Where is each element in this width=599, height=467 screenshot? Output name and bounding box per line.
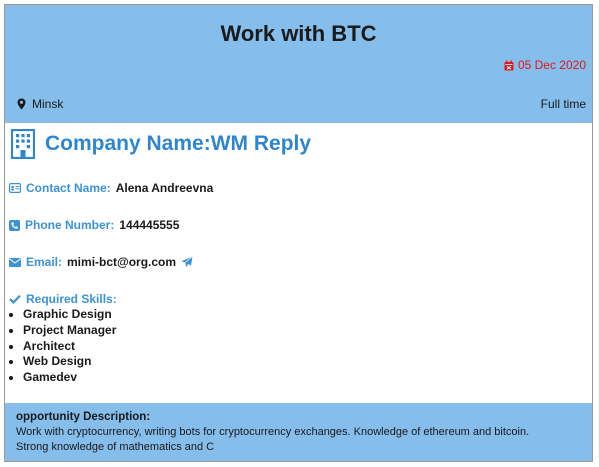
id-card-icon bbox=[9, 183, 21, 193]
description-section: opportunity Description: Work with crypt… bbox=[5, 403, 592, 461]
phone-label: Phone Number: bbox=[25, 218, 115, 232]
check-icon bbox=[9, 294, 21, 304]
phone-row: Phone Number: 144445555 bbox=[9, 218, 179, 232]
job-type: Full time bbox=[540, 97, 586, 111]
location-text: Minsk bbox=[32, 97, 64, 111]
list-item: Architect bbox=[23, 339, 116, 355]
job-header: Work with BTC 05 Dec 2020 Minsk Full tim… bbox=[5, 5, 592, 123]
company-name: Company Name:WM Reply bbox=[45, 132, 312, 155]
contact-name-label: Contact Name: bbox=[26, 181, 111, 195]
company-heading: Company Name:WM Reply bbox=[11, 129, 311, 159]
description-text: Work with cryptocurrency, writing bots f… bbox=[16, 426, 530, 453]
required-skills-title: Required Skills: bbox=[26, 292, 117, 306]
paper-plane-icon[interactable] bbox=[181, 256, 193, 268]
contact-name-value: Alena Andreevna bbox=[115, 181, 214, 195]
description-title: opportunity Description: bbox=[16, 411, 151, 423]
phone-value: 144445555 bbox=[119, 218, 180, 232]
list-item: Project Manager bbox=[23, 323, 116, 339]
post-date: 05 Dec 2020 bbox=[504, 58, 586, 72]
job-title: Work with BTC bbox=[220, 21, 377, 46]
job-card: Work with BTC 05 Dec 2020 Minsk Full tim… bbox=[4, 4, 593, 462]
email-row: Email: mimi-bct@org.com bbox=[9, 255, 193, 269]
calendar-icon bbox=[504, 60, 514, 71]
location: Minsk bbox=[17, 97, 63, 111]
phone-icon bbox=[9, 219, 20, 231]
list-item: Web Design bbox=[23, 354, 116, 370]
email-label: Email: bbox=[26, 255, 63, 269]
email-value[interactable]: mimi-bct@org.com bbox=[67, 255, 176, 269]
envelope-icon bbox=[9, 257, 21, 267]
required-skills-heading: Required Skills: bbox=[9, 292, 117, 306]
list-item: Gamedev bbox=[23, 370, 116, 386]
building-icon bbox=[11, 129, 35, 159]
list-item: Graphic Design bbox=[23, 307, 116, 323]
skills-list: Graphic Design Project Manager Architect… bbox=[5, 307, 116, 386]
post-date-text: 05 Dec 2020 bbox=[517, 58, 586, 72]
map-marker-icon bbox=[17, 98, 26, 110]
contact-name-row: Contact Name: Alena Andreevna bbox=[9, 181, 213, 195]
